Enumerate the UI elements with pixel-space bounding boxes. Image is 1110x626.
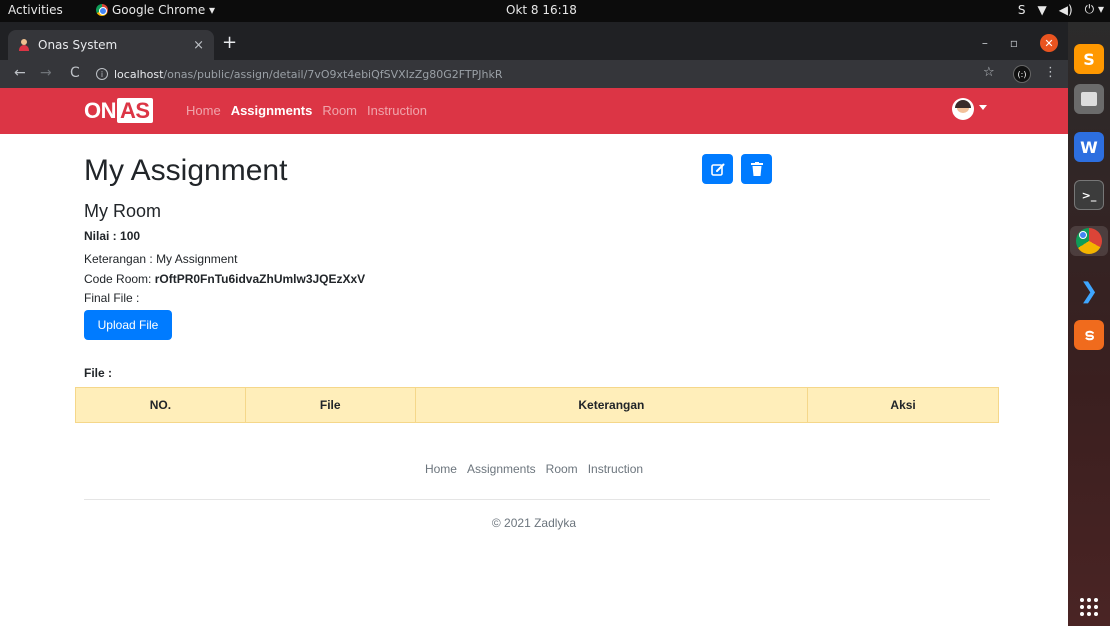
xampp-icon[interactable]: ട <box>1074 320 1104 350</box>
file-table: NO. File Keterangan Aksi <box>75 387 999 423</box>
delete-button[interactable] <box>741 154 772 184</box>
dock: S W >_ ❯ ട <box>1068 22 1110 626</box>
nilai-label: Nilai : <box>84 229 121 243</box>
tab-title: Onas System <box>38 38 118 52</box>
room-name: My Room <box>84 201 162 221</box>
chrome-icon <box>96 4 108 16</box>
volume-icon: ◀) <box>1058 2 1073 17</box>
page-title: My Assignment <box>84 154 288 187</box>
favicon-icon <box>18 39 30 51</box>
nav-home[interactable]: Home <box>186 103 221 118</box>
copyright: © 2021 Zadlyka <box>491 516 577 530</box>
footer-divider <box>84 499 990 500</box>
final-file-label: Final File : <box>84 291 140 305</box>
forward-icon[interactable]: → <box>40 65 52 81</box>
footer-assignments-link[interactable]: Assignments <box>467 462 536 476</box>
url-host: localhost <box>114 67 164 81</box>
table-header-row: NO. File Keterangan Aksi <box>75 387 999 423</box>
nav-instruction[interactable]: Instruction <box>367 103 427 118</box>
footer-room-link[interactable]: Room <box>546 462 578 476</box>
files-icon[interactable] <box>1074 84 1104 114</box>
maximize-button[interactable]: ▫ <box>1010 36 1018 50</box>
chrome-menu-icon[interactable]: ⋮ <box>1044 65 1057 80</box>
footer-nav: Home Assignments Room Instruction <box>0 462 1068 476</box>
code-room-value: rOftPR0FnTu6idvaZhUmlw3JQEzXxV <box>154 272 366 286</box>
col-keterangan: Keterangan <box>414 387 809 423</box>
wps-office-icon[interactable]: W <box>1074 132 1104 162</box>
file-label: File : <box>84 366 113 380</box>
upload-file-button[interactable]: Upload File <box>84 310 172 340</box>
app-menu[interactable]: Google Chrome ▾ <box>96 3 215 17</box>
os-top-bar: Activities Google Chrome ▾ Okt 8 16:18 S… <box>0 0 1110 22</box>
nav-assignments[interactable]: Assignments <box>231 103 313 118</box>
chrome-logo-icon <box>1076 228 1102 254</box>
new-tab-button[interactable]: + <box>222 32 237 53</box>
edit-button[interactable] <box>702 154 733 184</box>
tab-onas-system[interactable]: Onas System × <box>8 30 214 60</box>
col-aksi: Aksi <box>807 387 999 423</box>
bookmark-star-icon[interactable]: ☆ <box>983 65 995 80</box>
wifi-icon: ▼ <box>1037 2 1047 17</box>
vscode-icon[interactable]: ❯ <box>1074 276 1104 306</box>
brand-logo[interactable]: ON AS <box>84 98 153 124</box>
footer-home-link[interactable]: Home <box>425 462 457 476</box>
window-controls: – ▫ ✕ <box>982 34 1058 52</box>
nav-room[interactable]: Room <box>322 103 357 118</box>
show-applications-icon[interactable] <box>1080 598 1098 616</box>
nilai-row: Nilai : 100 <box>84 229 140 243</box>
tab-close-icon[interactable]: × <box>193 38 204 53</box>
app-navbar: ON AS Home Assignments Room Instruction <box>0 88 1068 134</box>
footer-instruction-link[interactable]: Instruction <box>588 462 643 476</box>
minimize-button[interactable]: – <box>982 36 988 50</box>
chrome-dock-icon[interactable] <box>1070 226 1108 256</box>
skype-icon: S <box>1017 2 1026 17</box>
back-icon[interactable]: ← <box>14 65 26 81</box>
nilai-value: 100 <box>120 229 141 243</box>
brand-on: ON <box>84 98 117 123</box>
trash-icon <box>750 162 763 176</box>
app-menu-label: Google Chrome ▾ <box>112 3 216 17</box>
activities-button[interactable]: Activities <box>8 3 63 17</box>
clock[interactable]: Okt 8 16:18 <box>506 3 577 17</box>
chevron-down-icon[interactable] <box>979 105 987 110</box>
keterangan-value: My Assignment <box>156 252 238 266</box>
user-avatar[interactable] <box>952 98 974 120</box>
power-icon: ⏻ ▾ <box>1084 2 1104 16</box>
close-window-button[interactable]: ✕ <box>1040 34 1058 52</box>
keterangan-row: Keterangan : My Assignment <box>84 252 237 266</box>
edit-icon <box>710 163 724 176</box>
terminal-icon[interactable]: >_ <box>1074 180 1104 210</box>
code-room-row: Code Room: rOftPR0FnTu6idvaZhUmlw3JQEzXx… <box>84 272 365 286</box>
site-info-icon[interactable]: i <box>96 68 108 80</box>
brand-as: AS <box>117 98 153 123</box>
col-file: File <box>244 387 416 423</box>
reload-icon[interactable]: C <box>70 65 80 81</box>
web-page: ON AS Home Assignments Room Instruction M… <box>0 88 1068 626</box>
nav-links: Home Assignments Room Instruction <box>186 103 427 118</box>
address-bar[interactable]: i localhost/onas/public/assign/detail/7v… <box>96 62 996 86</box>
browser-toolbar: ← → C i localhost/onas/public/assign/det… <box>0 60 1068 88</box>
url-path: /onas/public/assign/detail/7vO9xt4ebiQfS… <box>163 67 503 81</box>
system-tray[interactable]: S ▼ ◀) ⏻ ▾ <box>1018 2 1104 17</box>
keterangan-label: Keterangan : <box>84 252 157 266</box>
code-room-label: Code Room: <box>84 272 155 286</box>
col-no: NO. <box>75 387 246 423</box>
extension-icon[interactable]: (:) <box>1013 65 1031 83</box>
tab-strip: Onas System × + – ▫ ✕ <box>0 22 1068 60</box>
sublime-text-icon[interactable]: S <box>1074 44 1104 74</box>
